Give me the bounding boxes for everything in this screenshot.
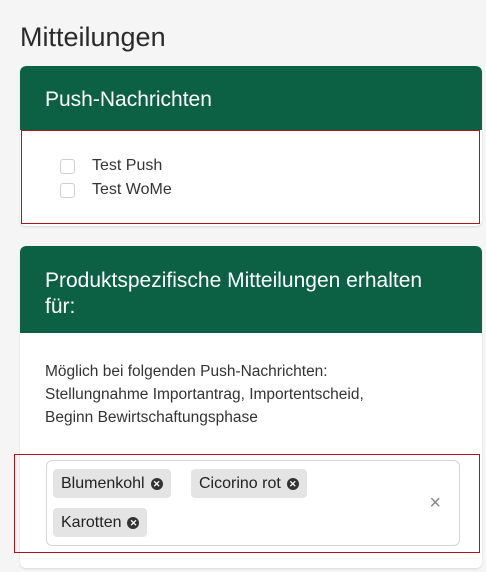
test-push-checkbox[interactable] [60,158,75,174]
tag-label: Karotten [61,513,122,531]
test-wome-label: Test WoMe [92,181,172,198]
tag-karotten: Karotten ✕ [53,508,148,537]
product-notifications-header: Produktspezifische Mitteilungen erhalten… [20,246,482,333]
product-notifications-card: Produktspezifische Mitteilungen erhalten… [20,246,482,568]
info-line: Beginn Bewirtschaftungsphase [45,409,258,426]
info-line: Möglich bei folgenden Push-Nachrichten: [45,363,328,380]
push-notifications-card: Push-Nachrichten Test Push Test WoMe [20,66,482,226]
tag-cicorino-rot: Cicorino rot ✕ [191,469,307,498]
push-option-test-push[interactable]: Test Push [60,154,172,178]
test-push-label: Test Push [92,157,163,174]
test-wome-checkbox[interactable] [60,182,75,198]
page-title: Mitteilungen [20,22,166,52]
tag-blumenkohl: Blumenkohl ✕ [53,469,171,498]
close-circle-icon[interactable]: ✕ [150,477,163,490]
push-notifications-title: Push-Nachrichten [45,88,212,111]
push-options-list: Test Push Test WoMe [60,154,172,202]
tag-label: Cicorino rot [199,474,281,492]
product-multiselect[interactable]: Blumenkohl ✕ Cicorino rot ✕ Karotten ✕ × [46,460,460,546]
close-circle-icon[interactable]: ✕ [286,477,299,490]
push-notifications-header: Push-Nachrichten [20,66,482,130]
clear-x-icon[interactable]: × [429,492,441,515]
product-info-text: Möglich bei folgenden Push-Nachrichten: … [45,360,465,429]
info-line: Stellungnahme Importantrag, Importentsch… [45,386,364,403]
push-option-test-wome[interactable]: Test WoMe [60,178,172,202]
tag-label: Blumenkohl [61,474,145,492]
product-notifications-title: Produktspezifische Mitteilungen erhalten… [45,269,423,318]
close-circle-icon[interactable]: ✕ [127,516,140,529]
